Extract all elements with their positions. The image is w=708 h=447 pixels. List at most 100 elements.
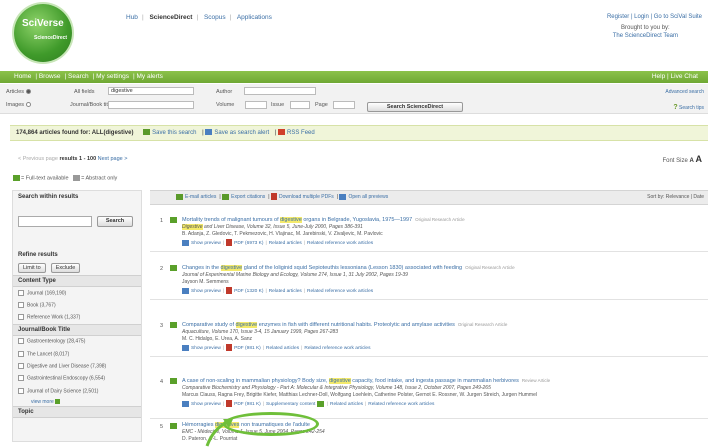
save-search-link[interactable]: Save this search — [143, 129, 197, 136]
supplementary-icon — [316, 400, 324, 407]
journal-checkbox[interactable]: Gastrointestinal Endoscopy (6,554) — [13, 373, 141, 385]
alert-icon — [205, 129, 213, 136]
content-type-checkbox[interactable]: Book (3,767) — [13, 299, 141, 311]
pdf-link[interactable]: PDF (1320 K) — [234, 289, 263, 294]
search-tips[interactable]: ? Search tips — [673, 104, 704, 111]
content-type-checkbox[interactable]: Journal (169,190) — [13, 287, 141, 299]
related-articles-link[interactable]: Related articles — [269, 289, 302, 294]
search-within-button[interactable]: Search — [97, 216, 133, 227]
exclude-button[interactable]: Exclude — [50, 263, 81, 273]
show-preview-link[interactable]: Show preview — [191, 241, 221, 246]
open-previews-link[interactable]: Open all previews — [339, 193, 388, 200]
fulltext-icon — [170, 322, 177, 328]
volume-input[interactable] — [245, 101, 267, 109]
fulltext-icon — [13, 175, 20, 181]
result-number: 5 — [160, 424, 164, 430]
save-alert-link[interactable]: Save as search alert — [205, 129, 269, 136]
related-reference-link[interactable]: Related reference work articles — [368, 402, 434, 407]
annotation-arrow — [205, 419, 233, 447]
results-toolbar: E-mail articles | Export citations | Downl… — [150, 190, 708, 205]
help-links[interactable]: Help | Live Chat — [652, 71, 698, 83]
pdf-link[interactable]: PDF (6973 K) — [234, 241, 263, 246]
sciverse-logo[interactable]: SciVerse ScienceDirect — [14, 4, 72, 62]
journal-checkbox[interactable]: Digestive and Liver Disease (7,398) — [13, 361, 141, 373]
show-preview-link[interactable]: Show preview — [191, 289, 221, 294]
result-links: Show preview | PDF (6973 K) | Related articl… — [182, 239, 702, 247]
nav-hub[interactable]: Hub — [126, 14, 138, 21]
related-articles-link[interactable]: Related articles — [330, 402, 363, 407]
font-smaller-button[interactable]: A — [689, 158, 693, 164]
result-title[interactable]: Mortality trends of malignant tumours of… — [182, 216, 702, 224]
result-authors: Jayson M. Semmens — [182, 279, 229, 285]
advanced-search-link[interactable]: Advanced search — [665, 89, 704, 95]
nav-browse[interactable]: Browse — [39, 73, 61, 80]
result-item: 1 Mortality trends of malignant tumours … — [150, 214, 708, 252]
download-pdfs-link[interactable]: Download multiple PDFs — [271, 193, 334, 201]
preview-icon — [339, 193, 347, 200]
nav-my-settings[interactable]: My settings — [96, 73, 129, 80]
nav-scopus[interactable]: Scopus — [204, 14, 226, 21]
nav-search[interactable]: Search — [68, 73, 89, 80]
result-title[interactable]: Comparative study of digestive enzymes i… — [182, 321, 702, 329]
account-links[interactable]: Register | Login | Go to SciVal Suite — [607, 14, 702, 20]
results-found-bar: 174,864 articles found for: ALL(digestiv… — [10, 125, 708, 141]
view-more-link[interactable]: view more — [13, 398, 141, 406]
author-input[interactable] — [244, 87, 316, 95]
team-link[interactable]: The ScienceDirect Team — [613, 32, 678, 40]
images-radio-label[interactable]: Images — [6, 102, 33, 108]
allfields-input[interactable]: digestive — [108, 87, 194, 95]
font-larger-button[interactable]: A — [696, 154, 703, 164]
result-item: 2 Changes in the digestive gland of the … — [150, 262, 708, 300]
topic-header: Topic — [13, 405, 141, 418]
limit-to-button[interactable]: Limit to — [18, 263, 46, 273]
supplementary-content-link[interactable]: Supplementary content — [266, 402, 315, 407]
journal-checkbox[interactable]: Gastroenterology (28,475) — [13, 336, 141, 348]
pdf-icon — [271, 193, 277, 201]
previous-page-link[interactable]: < Previous page — [18, 156, 58, 162]
preview-icon — [182, 400, 189, 407]
result-links: Show preview | PDF (1320 K) | Related articl… — [182, 287, 702, 295]
page-input[interactable] — [333, 101, 355, 109]
journal-checkbox[interactable]: The Lancet (8,017) — [13, 348, 141, 360]
export-citations-link[interactable]: Export citations — [222, 193, 265, 200]
search-sciencedirect-button[interactable]: Search ScienceDirect — [367, 102, 463, 112]
articles-radio-label[interactable]: Articles — [6, 89, 33, 95]
related-reference-link[interactable]: Related reference work articles — [304, 346, 370, 351]
expand-icon — [55, 398, 61, 404]
result-number: 3 — [160, 323, 164, 329]
article-type: Original Research Article — [415, 217, 465, 222]
brought-to-you: Brought to you by: The ScienceDirect Tea… — [613, 24, 678, 40]
result-title[interactable]: Changes in the digestive gland of the lo… — [182, 264, 702, 272]
sort-control[interactable]: Sort by: Relevance | Date — [647, 191, 704, 204]
issue-input[interactable] — [290, 101, 310, 109]
show-preview-link[interactable]: Show preview — [191, 346, 221, 351]
journal-checkbox[interactable]: Journal of Dairy Science (2,501) — [13, 385, 141, 397]
content-type-header: Content Type — [13, 275, 141, 287]
article-type: Original Research Article — [465, 265, 515, 270]
nav-applications[interactable]: Applications — [237, 14, 272, 21]
top-header: SciVerse ScienceDirect Hub | ScienceDirec… — [0, 0, 708, 70]
show-preview-link[interactable]: Show preview — [191, 402, 221, 407]
email-articles-link[interactable]: E-mail articles — [176, 193, 216, 200]
nav-sciencedirect[interactable]: ScienceDirect — [149, 14, 192, 21]
nav-home[interactable]: Home — [14, 73, 31, 80]
search-within-input[interactable] — [18, 216, 92, 227]
related-articles-link[interactable]: Related articles — [266, 346, 299, 351]
pdf-link[interactable]: PDF (981 K) — [234, 402, 261, 407]
next-page-link[interactable]: Next page > — [98, 156, 128, 162]
related-articles-link[interactable]: Related articles — [269, 241, 302, 246]
refine-title: Refine results — [18, 252, 58, 258]
result-source: Journal of Experimental Marine Biology a… — [182, 272, 408, 278]
journal-title-input[interactable] — [108, 101, 194, 109]
result-source: Aquaculture, Volume 170, Issue 3-4, 15 J… — [182, 329, 339, 335]
related-reference-link[interactable]: Related reference work articles — [307, 289, 373, 294]
pdf-link[interactable]: PDF (981 K) — [234, 346, 261, 351]
rss-icon — [278, 129, 286, 136]
result-title[interactable]: A case of non-scaling in mammalian physi… — [182, 377, 702, 385]
content-type-checkbox[interactable]: Reference Work (1,337) — [13, 312, 141, 324]
rss-feed-link[interactable]: RSS Feed — [278, 129, 315, 136]
related-reference-link[interactable]: Related reference work articles — [307, 241, 373, 246]
nav-my-alerts[interactable]: My alerts — [137, 73, 163, 80]
article-type: Original Research Article — [457, 322, 508, 327]
logo-sub-text: ScienceDirect — [34, 35, 68, 41]
